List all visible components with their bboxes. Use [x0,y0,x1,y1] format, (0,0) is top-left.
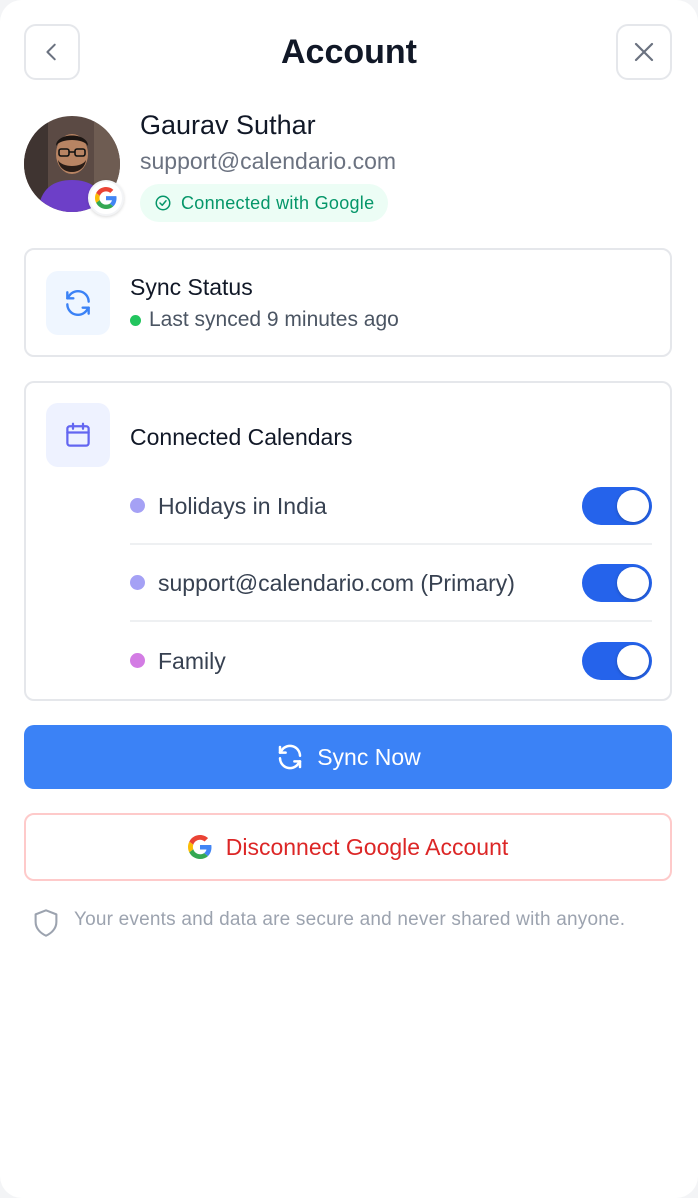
close-button[interactable] [616,24,672,80]
sync-status-title: Sync Status [130,274,253,300]
connection-status-label: Connected with Google [181,192,375,213]
calendar-toggle-holidays[interactable] [582,486,652,525]
check-circle-icon [155,195,171,211]
sync-now-label: Sync Now [317,743,421,770]
calendar-color-dot [130,653,145,668]
calendar-color-dot [130,575,145,590]
refresh-icon [66,289,90,317]
status-dot [130,314,141,326]
toggle-knob [617,566,649,599]
calendar-row-primary: support@calendario.com (Primary) [130,545,652,622]
calendar-label: Family [158,647,226,674]
calendar-label: support@calendario.com (Primary) [158,569,515,596]
calendar-toggle-primary[interactable] [582,563,652,602]
calendar-icon-tile [46,403,110,467]
user-email: support@calendario.com [140,148,397,174]
toggle-knob [617,644,649,677]
close-icon [634,42,654,62]
disconnect-google-button[interactable]: Disconnect Google Account [24,813,672,881]
shield-icon [34,909,58,937]
sync-now-button[interactable]: Sync Now [24,725,672,789]
sync-status-card: Sync Status Last synced 9 minutes ago [24,248,672,357]
google-icon [187,835,212,859]
calendar-toggle-family[interactable] [582,641,652,680]
calendar-label: Holidays in India [158,492,327,519]
toggle-knob [617,489,649,522]
disconnect-label: Disconnect Google Account [225,833,509,860]
connection-status-badge: Connected with Google [140,184,389,222]
calendar-color-dot [130,498,145,513]
calendar-row-family: Family [130,622,652,699]
google-badge [88,180,124,216]
connected-calendars-title: Connected Calendars [130,424,353,450]
refresh-icon [278,744,302,770]
calendar-icon [66,422,90,447]
sync-icon-tile [46,271,110,335]
account-panel: Account Gaurav Suthar support@calendario… [0,0,698,1198]
user-name: Gaurav Suthar [140,110,316,140]
connected-calendars-card: Connected Calendars Holidays in India su… [24,381,672,701]
security-note: Your events and data are secure and neve… [32,905,634,938]
google-icon [95,187,117,209]
last-synced-text: Last synced 9 minutes ago [149,308,399,331]
sync-status-line: Last synced 9 minutes ago [130,305,399,335]
page-title: Account [281,33,417,71]
calendar-row-holidays: Holidays in India [130,468,652,545]
security-note-text: Your events and data are secure and neve… [74,909,626,930]
